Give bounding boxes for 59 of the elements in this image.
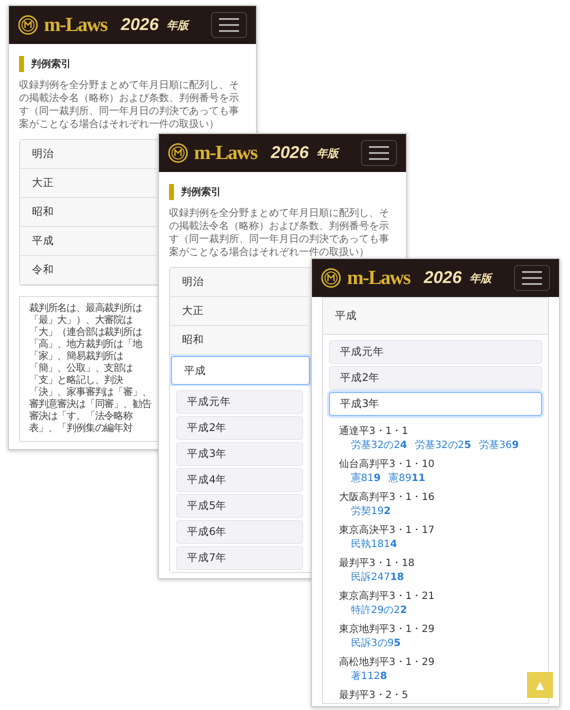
case-court-date: 仙台高判平3・1・10 bbox=[339, 458, 436, 472]
emblem-icon bbox=[321, 268, 341, 288]
law-reference-link[interactable]: 労基369 bbox=[479, 439, 519, 453]
logo-text: m-Laws bbox=[194, 142, 257, 164]
logo-text: m-Laws bbox=[44, 14, 107, 36]
heading-marker bbox=[169, 184, 174, 200]
year-item[interactable]: 平成2年 bbox=[329, 366, 542, 390]
law-reference-link[interactable]: 憲8911 bbox=[388, 472, 426, 486]
law-reference-link[interactable]: 労基32の24 bbox=[351, 439, 408, 453]
emblem-icon bbox=[18, 15, 38, 35]
year-item[interactable]: 平成2年 bbox=[176, 416, 303, 440]
law-reference-link[interactable]: 著1128 bbox=[351, 670, 388, 684]
edition-year: 2026 bbox=[424, 268, 462, 288]
law-reference-link[interactable]: 民執1814 bbox=[351, 538, 398, 552]
menu-button[interactable] bbox=[514, 265, 550, 291]
case-court-date: 最判平3・1・18 bbox=[339, 557, 416, 571]
case-court-date: 最判平3・2・5 bbox=[339, 689, 410, 703]
year-item[interactable]: 平成6年 bbox=[176, 520, 303, 544]
section-title: 判例索引 bbox=[31, 58, 71, 71]
year-item[interactable]: 平成7年 bbox=[176, 546, 303, 570]
menu-icon bbox=[369, 146, 389, 160]
menu-icon bbox=[522, 271, 542, 285]
emblem-icon bbox=[168, 143, 188, 163]
description-text: 収録判例を全分野まとめて年月日順に配列し、その掲載法令名（略称）および条数、判例番号を示す（同一裁判所、同一年月日の判決であっても事案がことなる場合はそれぞれ一件の取扱い） bbox=[19, 79, 240, 131]
law-reference-link[interactable]: 労基32の25 bbox=[415, 439, 472, 453]
note-text: 裁判所名は、最高裁判所は「最」大」）、大審院は「大」（連合部は裁判所は「高」、地方裁判所は「地「家」、簡易裁判所は「簡」、公取」、支部は「支」と略記し、判決「決」、家事審判は「審」、審判意審決は「同審」、勧告審決は「す。「法令略称表」、「判例集の編年対 bbox=[29, 303, 153, 435]
edition-label: 年版 bbox=[166, 18, 189, 32]
case-court-date: 東京高判平3・1・21 bbox=[339, 590, 436, 604]
era-item[interactable]: 平成 bbox=[171, 356, 310, 385]
year-item[interactable]: 平成元年 bbox=[176, 390, 303, 414]
description-text: 収録判例を全分野まとめて年月日順に配列し、その掲載法令名（略称）および条数、判例番号を示す（同一裁判所、同一年月日の判決であっても事案がことなる場合はそれぞれ一件の取扱い） bbox=[169, 207, 390, 259]
menu-icon bbox=[219, 18, 239, 32]
law-reference-link[interactable]: 民訴24718 bbox=[351, 571, 404, 585]
law-reference-link[interactable]: 民訴3の95 bbox=[351, 637, 401, 651]
era-item[interactable]: 明治 bbox=[20, 140, 157, 169]
year-item[interactable]: 平成3年 bbox=[329, 392, 542, 416]
year-item[interactable]: 平成5年 bbox=[176, 494, 303, 518]
edition-label: 年版 bbox=[470, 270, 492, 286]
era-title[interactable]: 平成 bbox=[323, 298, 548, 335]
case-court-date: 東京高決平3・1・17 bbox=[339, 524, 436, 538]
year-item[interactable]: 平成元年 bbox=[329, 340, 542, 364]
era-item[interactable]: 明治 bbox=[170, 268, 309, 297]
logo-text: m-Laws bbox=[347, 266, 410, 290]
law-reference-link[interactable]: 特許29の22 bbox=[351, 604, 408, 618]
section-title: 判例索引 bbox=[181, 186, 221, 199]
edition-label: 年版 bbox=[316, 146, 339, 160]
year-item[interactable]: 平成3年 bbox=[176, 442, 303, 466]
menu-button[interactable] bbox=[361, 140, 397, 166]
menu-button[interactable] bbox=[211, 12, 247, 38]
law-reference-link[interactable]: 労契192 bbox=[351, 505, 391, 519]
case-court-date: 東京地判平3・1・29 bbox=[339, 623, 436, 637]
case-court-date: 高松地判平3・1・29 bbox=[339, 656, 436, 670]
edition-year: 2026 bbox=[270, 143, 309, 163]
heading-marker bbox=[19, 56, 24, 72]
case-court-date: 通達平3・1・1 bbox=[339, 425, 410, 439]
law-reference-link[interactable]: 憲819 bbox=[351, 472, 381, 486]
case-court-date: 大阪高判平3・1・16 bbox=[339, 491, 436, 505]
year-item[interactable]: 平成4年 bbox=[176, 468, 303, 492]
edition-year: 2026 bbox=[120, 15, 159, 35]
